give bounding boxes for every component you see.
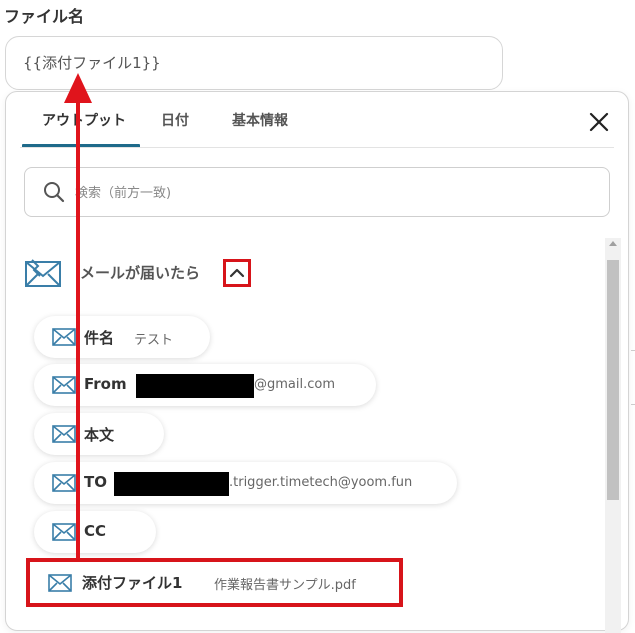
list-item-body[interactable]: 本文 <box>34 413 164 455</box>
item-label: 添付ファイル1 <box>82 574 183 592</box>
close-icon <box>589 112 609 132</box>
output-panel: アウトプット 日付 基本情報 メールが届いたら <box>5 91 629 633</box>
mail-icon <box>52 523 76 541</box>
item-label: 本文 <box>84 426 115 444</box>
item-value: 作業報告書サンプル.pdf <box>214 578 356 593</box>
divider <box>631 404 635 405</box>
collapse-button[interactable] <box>223 259 251 287</box>
mail-icon <box>52 425 76 443</box>
tab-output[interactable]: アウトプット <box>42 110 126 130</box>
redaction-bar <box>114 472 229 496</box>
item-label: CC <box>84 522 107 540</box>
mail-icon <box>52 474 76 492</box>
tab-basic-info[interactable]: 基本情報 <box>232 110 288 130</box>
list-item-attachment[interactable]: 添付ファイル1 作業報告書サンプル.pdf <box>26 558 403 607</box>
chevron-up-icon <box>229 268 245 278</box>
mail-icon <box>52 328 76 346</box>
tab-date[interactable]: 日付 <box>161 110 189 130</box>
mail-icon <box>25 259 61 287</box>
item-label: From <box>84 375 127 393</box>
item-value: テスト <box>134 333 174 348</box>
list-item-subject[interactable]: 件名 テスト <box>34 316 210 358</box>
scrollbar[interactable] <box>605 238 621 633</box>
tab-divider <box>20 147 614 148</box>
scroll-up-icon[interactable] <box>609 241 617 246</box>
item-label: 件名 <box>84 329 115 347</box>
mail-icon <box>52 376 76 394</box>
scrollbar-thumb[interactable] <box>607 260 619 500</box>
divider <box>631 350 635 351</box>
field-label: ファイル名 <box>4 7 85 26</box>
tab-bar: アウトプット 日付 基本情報 <box>6 92 628 148</box>
section-header[interactable]: メールが届いたら <box>24 252 264 292</box>
section-title: メールが届いたら <box>80 264 201 282</box>
item-label: TO <box>84 473 107 491</box>
list-item-to[interactable]: TO .trigger.timetech@yoom.fun <box>34 462 457 504</box>
filename-input[interactable]: {{添付ファイル1}} <box>5 36 503 90</box>
search-box[interactable] <box>24 167 610 218</box>
search-icon <box>44 182 65 203</box>
mail-icon <box>48 574 72 592</box>
item-value: @gmail.com <box>254 377 336 392</box>
redaction-bar <box>136 374 254 398</box>
close-button[interactable] <box>587 110 611 134</box>
list-item-cc[interactable]: CC <box>34 511 156 553</box>
search-input[interactable] <box>73 168 597 218</box>
item-value: .trigger.timetech@yoom.fun <box>229 475 413 490</box>
list-item-from[interactable]: From @gmail.com <box>34 364 376 406</box>
